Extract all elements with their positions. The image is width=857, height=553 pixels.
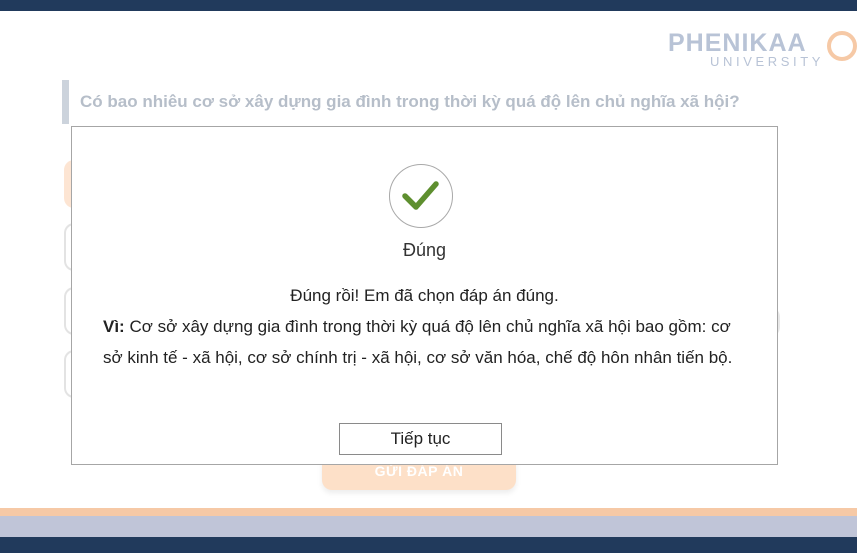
feedback-message: Đúng rồi! Em đã chọn đáp án đúng.: [290, 286, 559, 305]
feedback-modal: Đúng Đúng rồi! Em đã chọn đáp án đúng. V…: [71, 126, 778, 465]
phenikaa-logo: PHENIKAA UNIVERSITY: [664, 28, 857, 74]
footer-stripe-navy: [0, 537, 857, 553]
feedback-status: Đúng: [402, 240, 447, 260]
question-accent-bar: [62, 80, 69, 124]
explanation-label: Vì:: [103, 317, 125, 336]
check-icon: [389, 164, 453, 228]
continue-button[interactable]: Tiếp tục: [339, 423, 502, 455]
explanation-text: Cơ sở xây dựng gia đình trong thời kỳ qu…: [103, 317, 733, 367]
footer-stripe-peach: [0, 508, 857, 516]
top-bar: [0, 0, 857, 11]
logo-subtitle: UNIVERSITY: [710, 54, 825, 69]
feedback-explanation: Vì: Cơ sở xây dựng gia đình trong thời k…: [103, 311, 753, 373]
footer-stripe-lavender: [0, 516, 857, 537]
question-text: Có bao nhiêu cơ sở xây dựng gia đình tro…: [80, 92, 740, 111]
logo-ring-icon: [827, 31, 857, 61]
